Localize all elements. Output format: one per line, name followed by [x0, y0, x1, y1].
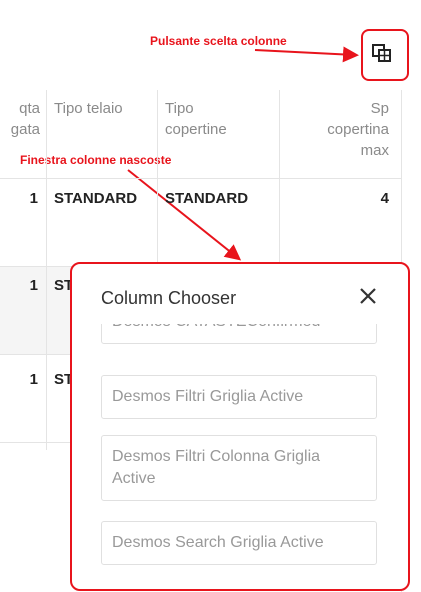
table-row-3-qta[interactable]: 1 [6, 371, 38, 388]
header-qta-line1: qta [19, 100, 40, 117]
header-tipo-telaio-line1: Tipo telaio [54, 100, 123, 117]
header-tipo-copertine[interactable]: Tipo copertine [165, 98, 227, 140]
arrow-to-button [254, 46, 359, 63]
hidden-column-item[interactable]: Desmos Filtri Griglia Active [101, 375, 377, 419]
column-chooser-icon [372, 44, 391, 62]
header-sp-line1: Sp [370, 100, 389, 117]
header-tipo-telaio[interactable]: Tipo telaio [54, 98, 123, 119]
header-sp-copertina-max[interactable]: Sp copertina max [285, 98, 389, 161]
hidden-column-item[interactable]: Desmos CATASTEConfirmed [101, 324, 377, 344]
col-divider [46, 90, 47, 450]
close-icon [360, 288, 376, 304]
annotation-button-label: Pulsante scelta colonne [150, 34, 287, 48]
table-row-1-sp[interactable]: 4 [285, 190, 389, 207]
header-sp-line3: max [360, 142, 389, 159]
table-row-1-copertine[interactable]: STANDARD [165, 190, 248, 207]
header-qta-line2: gata [10, 121, 40, 138]
column-chooser-button[interactable] [364, 36, 400, 70]
hidden-columns-list[interactable]: Desmos CATASTEConfirmed Desmos Filtri Gr… [101, 324, 379, 588]
header-tipo-copertine-line1: Tipo [165, 100, 194, 117]
hidden-column-item[interactable]: Desmos Filtri Colonna Griglia Active [101, 435, 377, 501]
table-row-1-qta[interactable]: 1 [6, 190, 38, 207]
column-chooser-popup: Column Chooser Desmos CATASTEConfirmed D… [70, 262, 410, 591]
hidden-column-item[interactable]: Desmos Search Griglia Active [101, 521, 377, 565]
table-row-2-qta[interactable]: 1 [6, 277, 38, 294]
close-button[interactable] [356, 284, 380, 308]
header-tipo-copertine-line2: copertine [165, 121, 227, 138]
table-row-1-telaio[interactable]: STANDARD [54, 190, 137, 207]
header-sp-line2: copertina [327, 121, 389, 138]
popup-title: Column Chooser [101, 288, 237, 308]
header-qta[interactable]: qta gata [6, 98, 40, 140]
row-divider [0, 178, 402, 179]
